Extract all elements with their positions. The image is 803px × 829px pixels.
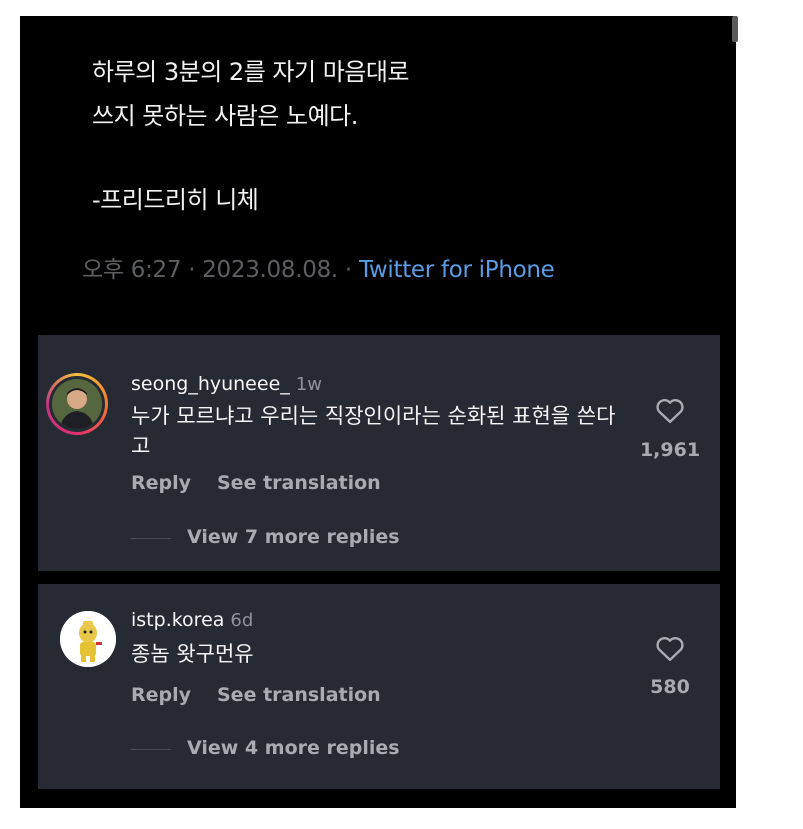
comment-card: istp.korea 6d 종놈 왓구먼유 Reply See translati… — [38, 584, 720, 789]
comment-text: 종놈 왓구먼유 — [131, 642, 254, 666]
avatar[interactable] — [60, 611, 116, 667]
replies-divider — [131, 749, 171, 750]
avatar-ring — [49, 376, 105, 432]
person-photo-icon — [52, 379, 102, 429]
tweet-timestamp: 오후 6:27 · 2023.08.08. · — [82, 257, 359, 283]
username-text[interactable]: istp.korea — [131, 609, 224, 631]
replies-divider — [131, 538, 171, 539]
username-text[interactable]: seong_hyuneee_ — [131, 373, 290, 395]
like-count: 580 — [650, 676, 690, 698]
tweet-line-2: 쓰지 못하는 사람은 노예다. — [92, 102, 358, 130]
tweet-line-3: -프리드리히 니체 — [92, 186, 259, 214]
reply-button[interactable]: Reply — [131, 472, 191, 494]
view-replies-button[interactable]: View 4 more replies — [187, 737, 400, 759]
tweet-line-1: 하루의 3분의 2를 자기 마음대로 — [92, 58, 410, 86]
tweet-card: 하루의 3분의 2를 자기 마음대로 쓰지 못하는 사람은 노예다. -프리드리… — [38, 16, 720, 322]
comment-text: 누가 모르냐고 우리는 직장인이라는 순화된 표현을 쓴다고 — [131, 404, 616, 458]
like-count: 1,961 — [639, 439, 701, 461]
avatar-photo — [52, 379, 102, 429]
tweet-meta: 오후 6:27 · 2023.08.08. · Twitter for iPho… — [82, 250, 555, 284]
view-replies-button[interactable]: View 7 more replies — [187, 526, 400, 548]
see-translation-button[interactable]: See translation — [217, 472, 381, 494]
reply-button[interactable]: Reply — [131, 684, 191, 706]
avatar[interactable] — [46, 373, 108, 435]
heart-icon[interactable] — [655, 634, 685, 662]
comment-age: 1w — [295, 374, 322, 395]
comment-age: 6d — [230, 610, 254, 631]
comment-username[interactable]: seong_hyuneee_ 1w — [131, 373, 322, 395]
comment-username[interactable]: istp.korea 6d — [131, 609, 253, 631]
see-translation-button[interactable]: See translation — [217, 684, 381, 706]
tweet-source-link[interactable]: Twitter for iPhone — [359, 257, 555, 283]
comment-card: seong_hyuneee_ 1w 누가 모르냐고 우리는 직장인이라는 순화된 … — [38, 335, 720, 571]
scrollbar[interactable] — [732, 16, 738, 42]
mascot-avatar-icon — [60, 611, 116, 667]
heart-icon[interactable] — [655, 396, 685, 424]
